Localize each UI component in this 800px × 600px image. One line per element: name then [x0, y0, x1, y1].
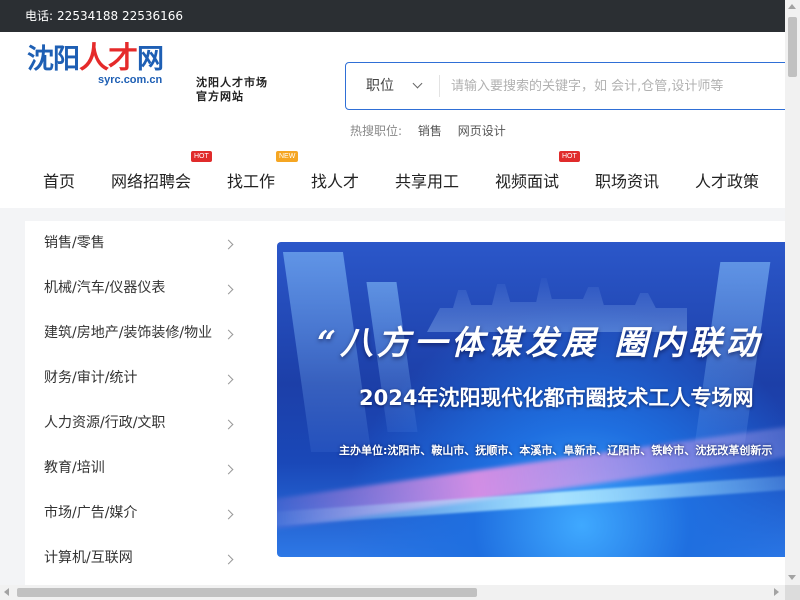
new-badge: NEW	[276, 151, 299, 162]
category-item[interactable]: 财务/审计/统计	[25, 356, 245, 401]
nav-item-video-interview[interactable]: 视频面试 HOT	[495, 151, 580, 192]
category-item[interactable]: 教育/培训	[25, 446, 245, 491]
vertical-scrollbar[interactable]	[785, 0, 800, 585]
chevron-right-icon	[223, 374, 234, 385]
scroll-up-arrow-icon[interactable]	[788, 4, 796, 9]
logo-wordmark: 沈阳人才网	[27, 42, 164, 75]
hot-keyword[interactable]: 网页设计	[458, 124, 506, 138]
chevron-right-icon	[223, 419, 234, 430]
search-box: 职位	[345, 62, 800, 110]
category-item[interactable]: 建筑/房地产/装饰装修/物业	[25, 311, 245, 356]
scroll-down-arrow-icon[interactable]	[788, 575, 796, 580]
job-category-list: 销售/零售 机械/汽车/仪器仪表 建筑/房地产/装饰装修/物业 财务/审计/统计…	[25, 221, 245, 581]
horizontal-scrollbar[interactable]	[0, 585, 785, 600]
nav-item-talent-policy[interactable]: 人才政策	[695, 168, 759, 192]
site-logo[interactable]: 沈阳人才网 syrc.com.cn	[27, 44, 192, 90]
scrollbar-corner	[785, 585, 800, 600]
chevron-down-icon	[412, 78, 423, 89]
scrollbar-thumb[interactable]	[17, 588, 477, 597]
banner-sponsor: 主办单位:沈阳市、鞍山市、抚顺市、本溪市、阜新市、辽阳市、铁岭市、沈抚改革创新示	[339, 444, 773, 457]
search-divider	[439, 75, 440, 97]
scroll-left-arrow-icon[interactable]	[4, 588, 9, 596]
hot-badge: HOT	[191, 151, 212, 162]
chevron-right-icon	[223, 284, 234, 295]
promo-banner[interactable]: “八方一体谋发展 圈内联动 2024年沈阳现代化都市圈技术工人专场网 主办单位:…	[277, 242, 785, 557]
chevron-right-icon	[223, 464, 234, 475]
nav-item-online-job-fair[interactable]: 网络招聘会 HOT	[111, 151, 212, 192]
scroll-right-arrow-icon[interactable]	[774, 588, 779, 596]
category-item[interactable]: 人力资源/行政/文职	[25, 401, 245, 446]
logo-domain: syrc.com.cn	[98, 74, 163, 86]
nav-item-career-news[interactable]: 职场资讯	[595, 168, 659, 192]
category-item[interactable]: 市场/广告/媒介	[25, 491, 245, 536]
phone-label: 电话:	[25, 9, 54, 23]
hot-search-label: 热搜职位:	[350, 124, 403, 138]
hot-badge: HOT	[559, 151, 580, 162]
phone-numbers: 22534188 22536166	[57, 9, 184, 23]
banner-subtitle: 2024年沈阳现代化都市圈技术工人专场网	[359, 386, 754, 410]
chevron-right-icon	[223, 554, 234, 565]
search-category-select[interactable]: 职位	[366, 63, 423, 109]
scrollbar-thumb[interactable]	[788, 17, 797, 77]
nav-item-shared-employment[interactable]: 共享用工	[395, 168, 459, 192]
nav-item-home[interactable]: 首页	[43, 168, 75, 192]
hot-keyword[interactable]: 销售	[418, 124, 442, 138]
main-content: 销售/零售 机械/汽车/仪器仪表 建筑/房地产/装饰装修/物业 财务/审计/统计…	[25, 221, 785, 600]
nav-item-find-job[interactable]: 找工作 NEW	[227, 151, 299, 192]
category-item[interactable]: 计算机/互联网	[25, 536, 245, 581]
banner-title: “八方一体谋发展 圈内联动	[317, 323, 763, 362]
category-item[interactable]: 销售/零售	[25, 221, 245, 266]
chevron-right-icon	[223, 509, 234, 520]
chevron-right-icon	[223, 239, 234, 250]
main-nav: 首页 网络招聘会 HOT 找工作 NEW 找人才 共享用工 视频面试 HOT 职场资讯…	[0, 151, 785, 196]
category-item[interactable]: 机械/汽车/仪器仪表	[25, 266, 245, 311]
hot-search: 热搜职位: 销售 网页设计	[350, 122, 518, 139]
chevron-right-icon	[223, 329, 234, 340]
top-bar: 电话: 22534188 22536166	[0, 0, 785, 32]
search-category-label: 职位	[366, 78, 394, 94]
search-input[interactable]	[451, 63, 791, 109]
nav-item-find-talent[interactable]: 找人才	[311, 168, 359, 192]
logo-tagline: 沈阳人才市场官方网站	[196, 76, 268, 103]
